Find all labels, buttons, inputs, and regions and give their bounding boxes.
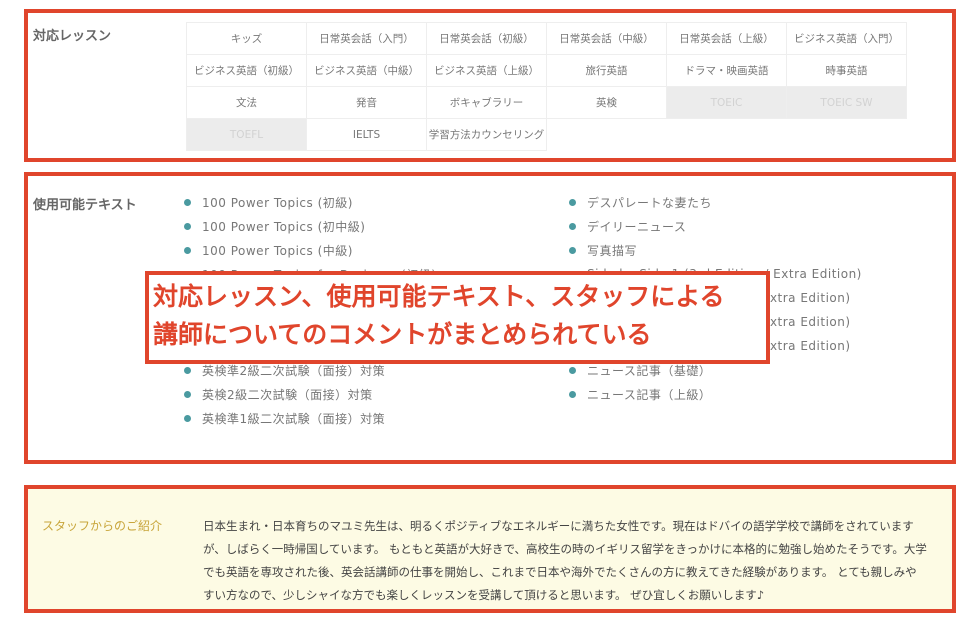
- lesson-cell: ボキャブラリー: [426, 86, 547, 119]
- text-item-label: 100 Power Topics (初級): [202, 195, 353, 210]
- bullet-icon: [184, 198, 191, 206]
- lesson-cell: ビジネス英語（初級）: [186, 54, 307, 87]
- bullet-icon: [569, 366, 576, 374]
- lesson-cell: 旅行英語: [546, 54, 667, 87]
- lesson-cell: ビジネス英語（入門）: [786, 22, 907, 55]
- text-list-item: 100 Power Topics (初中級): [184, 214, 436, 238]
- staff-section: スタッフからのご紹介 日本生まれ・日本育ちのマユミ先生は、明るくポジティブなエネ…: [24, 485, 956, 613]
- lesson-cell: TOEFL: [186, 118, 307, 151]
- lessons-label: 対応レッスン: [33, 29, 112, 44]
- lesson-cell: 日常英会話（入門）: [306, 22, 427, 55]
- text-item-label: ニュース記事（上級）: [587, 387, 712, 402]
- bullet-icon: [184, 390, 191, 398]
- bullet-icon: [184, 222, 191, 230]
- bullet-icon: [569, 222, 576, 230]
- text-item-label: 写真描写: [587, 243, 638, 258]
- lesson-cell: 日常英会話（初級）: [426, 22, 547, 55]
- staff-label: スタッフからのご紹介: [42, 519, 163, 533]
- text-list-item: 100 Power Topics (中級): [184, 238, 436, 262]
- lesson-cell: 学習方法カウンセリング: [426, 118, 547, 151]
- text-item-label: ニュース記事（基礎）: [587, 363, 712, 378]
- text-list-item: 英検準1級二次試験（面接）対策: [184, 406, 436, 430]
- lesson-cell: 時事英語: [786, 54, 907, 87]
- annotation-callout: 対応レッスン、使用可能テキスト、スタッフによる 講師についてのコメントがまとめら…: [145, 271, 770, 364]
- lesson-cell: 文法: [186, 86, 307, 119]
- staff-comment: 日本生まれ・日本育ちのマユミ先生は、明るくポジティブなエネルギーに満ちた女性です…: [203, 519, 927, 602]
- text-list-item: 英検2級二次試験（面接）対策: [184, 382, 436, 406]
- lesson-cell: ビジネス英語（中級）: [306, 54, 427, 87]
- bullet-icon: [184, 246, 191, 254]
- text-item-label: 100 Power Topics (中級): [202, 243, 353, 258]
- lesson-cell: 英検: [546, 86, 667, 119]
- text-item-label: デスパレートな妻たち: [587, 195, 713, 210]
- lesson-cell: 日常英会話（上級）: [666, 22, 787, 55]
- bullet-icon: [569, 390, 576, 398]
- lesson-cell: TOEIC SW: [786, 86, 907, 119]
- lesson-cell: 日常英会話（中級）: [546, 22, 667, 55]
- text-item-label: 英検2級二次試験（面接）対策: [202, 387, 373, 402]
- text-item-label: 英検準2級二次試験（面接）対策: [202, 363, 386, 378]
- lesson-cell: IELTS: [306, 118, 427, 151]
- text-item-label: 英検準1級二次試験（面接）対策: [202, 411, 386, 426]
- lesson-cell: TOEIC: [666, 86, 787, 119]
- lesson-cell: ドラマ・映画英語: [666, 54, 787, 87]
- bullet-icon: [184, 414, 191, 422]
- lessons-section: 対応レッスン キッズ 日常英会話（入門） 日常英会話（初級） 日常英会話（中級） 日常英…: [24, 9, 956, 162]
- text-list-item: デイリーニュース: [569, 214, 862, 238]
- text-list-item: デスパレートな妻たち: [569, 190, 862, 214]
- text-list-item: ニュース記事（上級）: [569, 382, 862, 406]
- text-item-label: デイリーニュース: [587, 219, 687, 234]
- text-item-label: 100 Power Topics (初中級): [202, 219, 366, 234]
- text-list-item: 100 Power Topics (初級): [184, 190, 436, 214]
- text-list-item: 写真描写: [569, 238, 862, 262]
- bullet-icon: [184, 366, 191, 374]
- lesson-cell: ビジネス英語（上級）: [426, 54, 547, 87]
- texts-label: 使用可能テキスト: [33, 198, 137, 213]
- bullet-icon: [569, 198, 576, 206]
- annotation-line-2: 講師についてのコメントがまとめられている: [153, 320, 652, 349]
- annotation-line-1: 対応レッスン、使用可能テキスト、スタッフによる: [153, 282, 725, 311]
- bullet-icon: [569, 246, 576, 254]
- lesson-cell: 発音: [306, 86, 427, 119]
- lessons-grid: キッズ 日常英会話（入門） 日常英会話（初級） 日常英会話（中級） 日常英会話（上級）ビ…: [186, 22, 907, 151]
- lesson-cell: キッズ: [186, 22, 307, 55]
